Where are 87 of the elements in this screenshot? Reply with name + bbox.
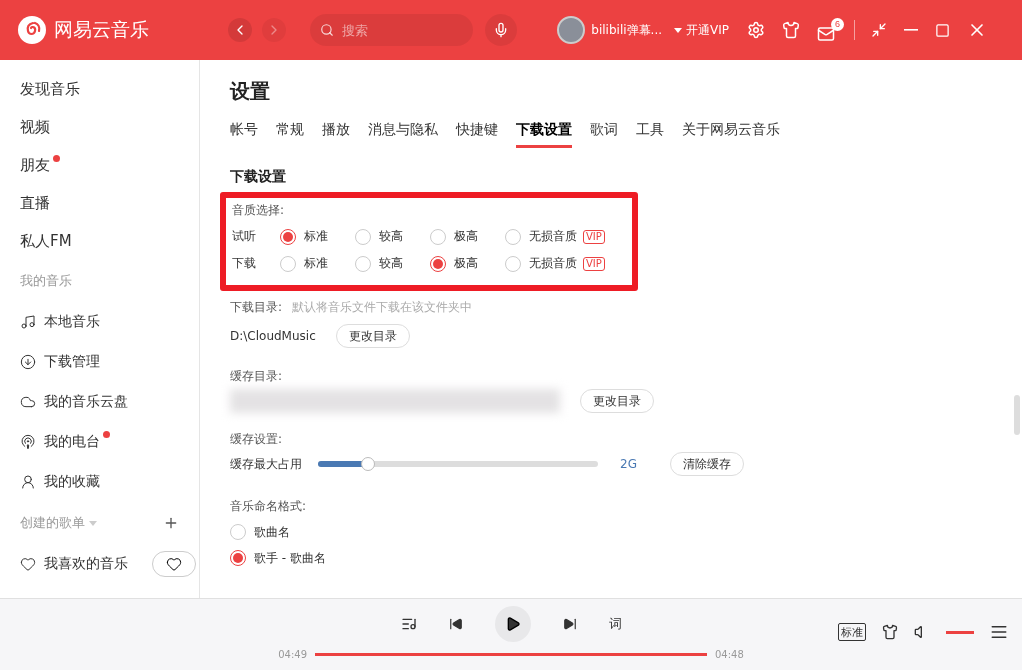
sidebar-item[interactable]: 下载管理 — [20, 342, 110, 382]
settings-tab[interactable]: 歌词 — [590, 121, 618, 148]
slider-value: 2G — [620, 457, 638, 471]
playlist-button[interactable] — [990, 623, 1008, 641]
page-title: 设置 — [230, 78, 271, 105]
next-button[interactable] — [562, 617, 577, 631]
change-folder-button[interactable]: 更改目录 — [335, 324, 410, 348]
quality-option[interactable]: 标准 — [280, 255, 355, 272]
shirt-button[interactable] — [782, 21, 800, 39]
sidebar-item[interactable]: 直播 — [20, 184, 60, 222]
search-icon — [320, 23, 334, 37]
sidebar-item[interactable]: 本地音乐 — [20, 302, 110, 342]
logo-icon — [18, 16, 46, 44]
vip-tag: VIP — [583, 229, 605, 244]
mini-mode-button[interactable] — [871, 22, 887, 38]
naming-option[interactable]: 歌手 - 歌曲名 — [230, 545, 1022, 571]
quality-option[interactable]: 标准 — [280, 228, 355, 245]
cloud-icon — [20, 394, 36, 410]
podcast-icon — [20, 434, 36, 450]
sidebar-item[interactable]: 我的收藏 — [20, 462, 110, 502]
quality-button[interactable]: 标准 — [838, 623, 866, 641]
row-label: 试听 — [232, 228, 257, 245]
add-icon[interactable] — [163, 515, 179, 531]
slider-label: 缓存最大占用 — [230, 455, 302, 473]
user-icon — [20, 474, 36, 490]
sidebar-item[interactable]: 我喜欢的音乐 — [20, 544, 138, 584]
settings-tab[interactable]: 关于网易云音乐 — [682, 121, 780, 148]
scrollbar[interactable] — [1014, 395, 1020, 435]
settings-tab[interactable]: 快捷键 — [456, 121, 498, 148]
user-name[interactable]: bilibili弹幕... — [591, 21, 662, 39]
heart-icon — [20, 556, 36, 572]
back-button[interactable] — [228, 18, 252, 42]
settings-tab[interactable]: 播放 — [322, 121, 350, 148]
heartbeat-mode-button[interactable] — [152, 551, 196, 577]
heart-icon — [166, 556, 182, 572]
vip-link[interactable]: 开通VIP — [686, 21, 729, 39]
field-label: 音乐命名格式: — [230, 498, 308, 515]
sidebar-item[interactable]: 我的音乐云盘 — [20, 382, 138, 422]
quality-option[interactable]: 较高 — [355, 255, 430, 272]
folder-path: D:\CloudMusic — [230, 329, 316, 343]
settings-button[interactable] — [747, 21, 765, 39]
music-note-icon — [20, 314, 36, 330]
caret-icon[interactable] — [674, 27, 682, 33]
section-header: 我的音乐 — [20, 272, 72, 290]
naming-option[interactable]: 歌曲名 — [230, 519, 1022, 545]
quality-option[interactable]: 极高 — [430, 255, 505, 272]
voice-search-button[interactable] — [485, 14, 517, 46]
app-name: 网易云音乐 — [54, 17, 149, 42]
lyrics-button[interactable]: 词 — [608, 615, 622, 633]
settings-tab[interactable]: 消息与隐私 — [368, 121, 438, 148]
minimize-icon — [904, 29, 918, 31]
vip-tag: VIP — [583, 256, 605, 271]
maximize-button[interactable] — [935, 22, 950, 38]
section-title: 下载设置 — [230, 168, 287, 186]
settings-tab[interactable]: 下载设置 — [516, 121, 572, 148]
mail-button[interactable]: 6 — [817, 17, 844, 43]
play-mode-button[interactable] — [400, 616, 417, 632]
quality-option[interactable]: 较高 — [355, 228, 430, 245]
field-label: 缓存目录: — [230, 368, 284, 385]
sidebar-item[interactable]: 私人FM — [20, 222, 82, 260]
quality-option[interactable]: 极高 — [430, 228, 505, 245]
hint-text: 默认将音乐文件下载在该文件夹中 — [292, 299, 473, 316]
microphone-icon — [493, 22, 509, 38]
avatar[interactable] — [557, 16, 586, 44]
field-label: 下载目录: — [230, 299, 283, 316]
play-button[interactable] — [494, 606, 531, 642]
sidebar-item[interactable]: 朋友 — [20, 146, 60, 184]
row-label: 下载 — [232, 255, 257, 272]
message-count: 6 — [831, 17, 844, 31]
settings-tab[interactable]: 工具 — [636, 121, 664, 148]
elapsed-time: 04:49 — [278, 649, 307, 660]
settings-tab[interactable]: 帐号 — [230, 121, 258, 148]
volume-slider[interactable] — [946, 630, 974, 634]
effects-button[interactable] — [882, 624, 898, 640]
settings-tab[interactable]: 常规 — [276, 121, 304, 148]
sidebar-item[interactable]: 发现音乐 — [20, 70, 90, 108]
download-icon — [20, 354, 36, 370]
change-folder-button[interactable]: 更改目录 — [580, 389, 654, 413]
sidebar-item[interactable]: 我的电台 — [20, 422, 110, 462]
slider-thumb[interactable] — [361, 457, 376, 471]
sidebar-item[interactable]: 视频 — [20, 108, 60, 146]
field-label: 缓存设置: — [230, 431, 284, 448]
previous-button[interactable] — [448, 617, 463, 631]
mail-icon — [817, 24, 835, 43]
total-time: 04:48 — [715, 649, 744, 660]
clear-cache-button[interactable]: 清除缓存 — [670, 452, 744, 476]
field-label: 音质选择: — [232, 202, 286, 219]
